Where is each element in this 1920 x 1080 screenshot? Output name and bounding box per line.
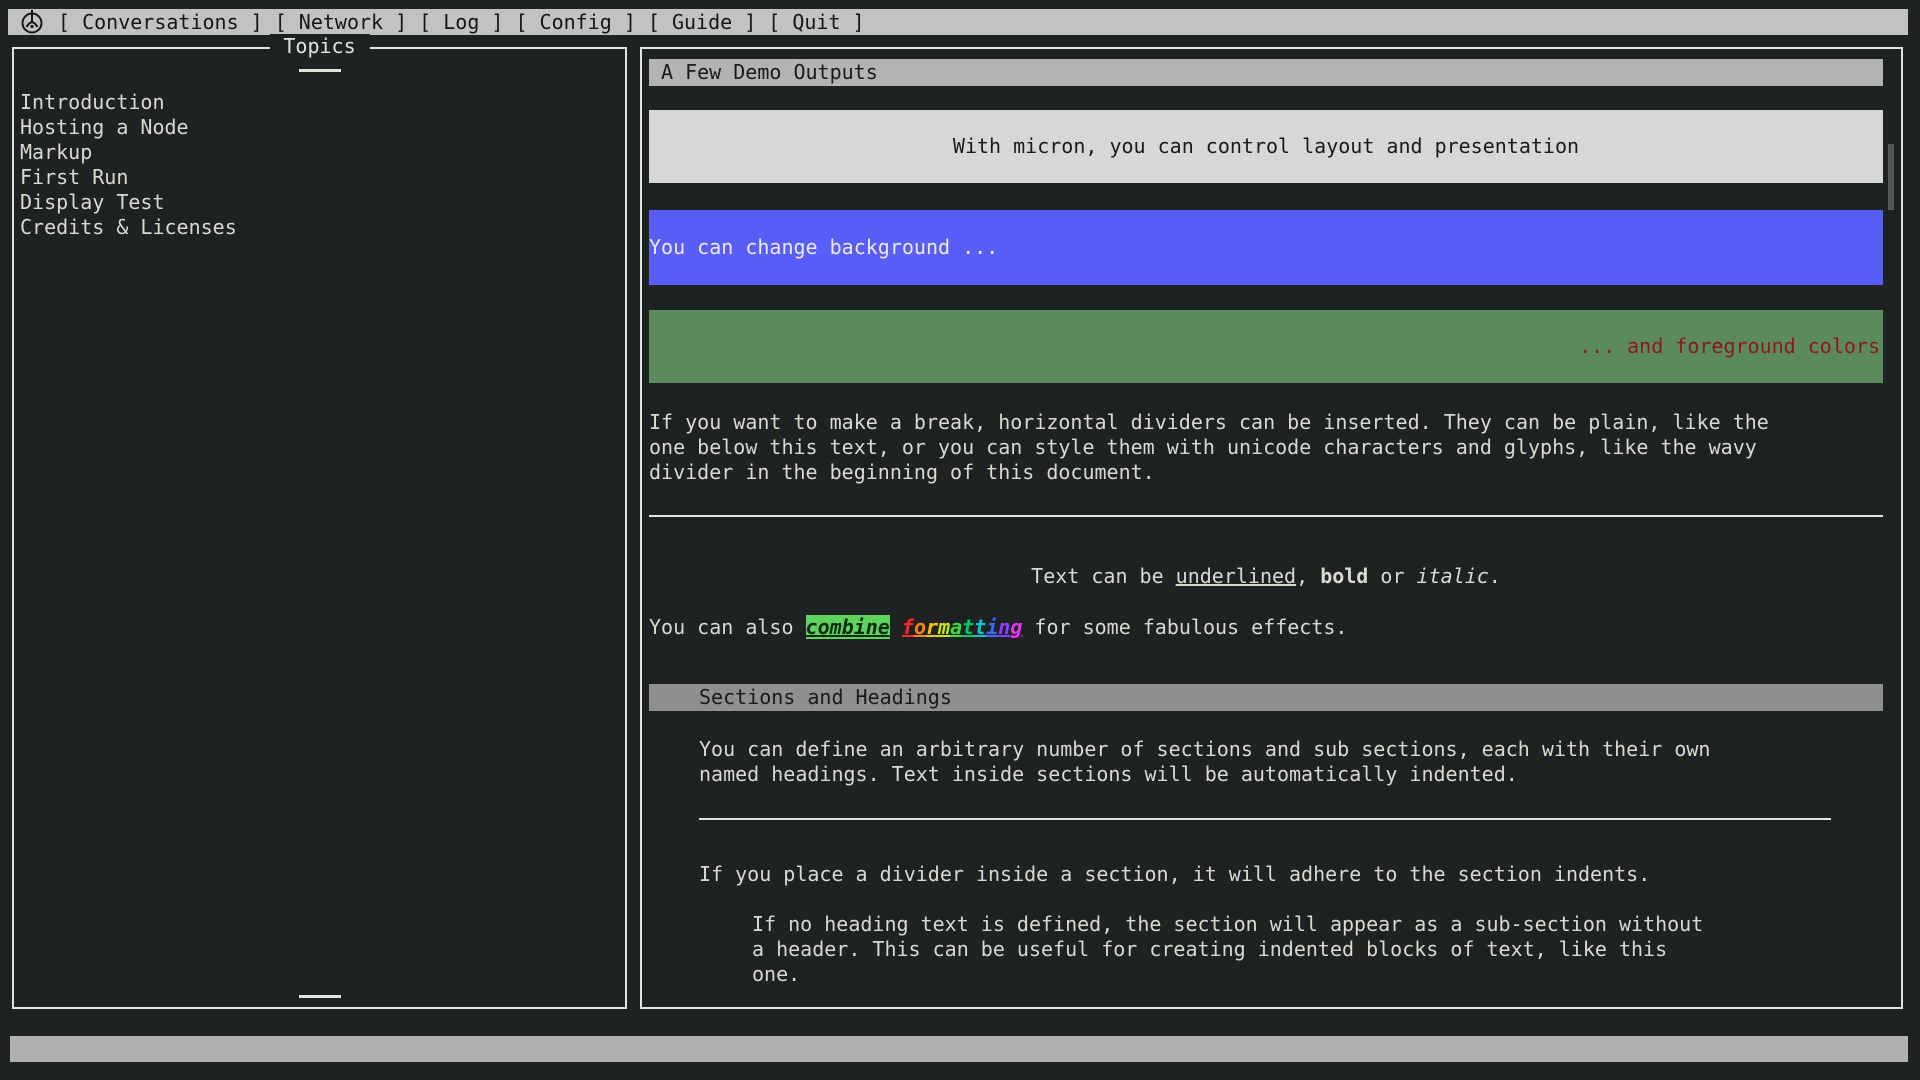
text-segment bbox=[890, 615, 902, 639]
topic-item-hosting-a-node[interactable]: Hosting a Node bbox=[20, 115, 619, 140]
subsection-paragraph: If no heading text is defined, the secti… bbox=[752, 912, 1833, 987]
section-divider-note: If you place a divider inside a section,… bbox=[699, 862, 1833, 887]
text-segment: i bbox=[986, 615, 998, 639]
text-segment: You can also bbox=[649, 615, 806, 639]
text-segment: t bbox=[962, 615, 974, 639]
menu-item-guide[interactable]: [ Guide ] bbox=[648, 10, 756, 35]
menu-bar: [ Conversations ] [ Network ] [ Log ] [ … bbox=[8, 9, 1908, 35]
page-header: A Few Demo Outputs bbox=[649, 59, 1883, 86]
topics-list: Introduction Hosting a Node Markup First… bbox=[20, 90, 619, 240]
text-segment: a bbox=[950, 615, 962, 639]
text-segment: combine bbox=[806, 615, 890, 639]
menu-item-network[interactable]: [ Network ] bbox=[275, 10, 407, 35]
menu-item-conversations[interactable]: [ Conversations ] bbox=[58, 10, 263, 35]
text-segment: n bbox=[998, 615, 1010, 639]
text-segment: g bbox=[1010, 615, 1022, 639]
nomadnet-logo-icon bbox=[20, 10, 44, 34]
guide-content-panel: A Few Demo Outputs With micron, you can … bbox=[640, 47, 1903, 1009]
paragraph-dividers: If you want to make a break, horizontal … bbox=[649, 410, 1883, 485]
banner-green: ... and foreground colors bbox=[649, 310, 1883, 383]
text-segment: o bbox=[914, 615, 926, 639]
menu-item-config[interactable]: [ Config ] bbox=[515, 10, 635, 35]
topic-item-introduction[interactable]: Introduction bbox=[20, 90, 619, 115]
banner-light: With micron, you can control layout and … bbox=[649, 110, 1883, 183]
text-segment: r bbox=[926, 615, 938, 639]
text-segment: underlined bbox=[1176, 564, 1296, 588]
topic-item-credits-licenses[interactable]: Credits & Licenses bbox=[20, 215, 619, 240]
banner-blue: You can change background ... bbox=[649, 210, 1883, 285]
topic-item-markup[interactable]: Markup bbox=[20, 140, 619, 165]
scroll-indicator-bottom bbox=[299, 995, 341, 998]
styled-text-line: Text can be underlined, bold or italic. bbox=[649, 564, 1883, 589]
text-segment: for some fabulous effects. bbox=[1022, 615, 1347, 639]
scrollbar-thumb[interactable] bbox=[1888, 144, 1894, 210]
combined-formatting-line: You can also combine formatting for some… bbox=[649, 615, 1883, 640]
section-divider bbox=[699, 818, 1831, 820]
topics-panel-title: Topics bbox=[269, 34, 369, 59]
topic-item-first-run[interactable]: First Run bbox=[20, 165, 619, 190]
text-segment: . bbox=[1489, 564, 1501, 588]
status-bar bbox=[10, 1036, 1908, 1062]
section-header: Sections and Headings bbox=[649, 684, 1883, 711]
text-segment: , bbox=[1296, 564, 1320, 588]
topic-item-display-test[interactable]: Display Test bbox=[20, 190, 619, 215]
text-segment: m bbox=[938, 615, 950, 639]
text-segment: t bbox=[974, 615, 986, 639]
text-segment: italic bbox=[1417, 564, 1489, 588]
text-segment: or bbox=[1368, 564, 1416, 588]
text-segment: Text can be bbox=[1031, 564, 1176, 588]
topics-panel: Topics Introduction Hosting a Node Marku… bbox=[12, 47, 627, 1009]
menu-item-log[interactable]: [ Log ] bbox=[419, 10, 503, 35]
menu-item-quit[interactable]: [ Quit ] bbox=[768, 10, 864, 35]
text-segment: f bbox=[902, 615, 914, 639]
text-segment: bold bbox=[1320, 564, 1368, 588]
horizontal-divider bbox=[649, 515, 1883, 517]
scroll-indicator-top bbox=[299, 69, 341, 72]
section-paragraph: You can define an arbitrary number of se… bbox=[699, 737, 1833, 787]
